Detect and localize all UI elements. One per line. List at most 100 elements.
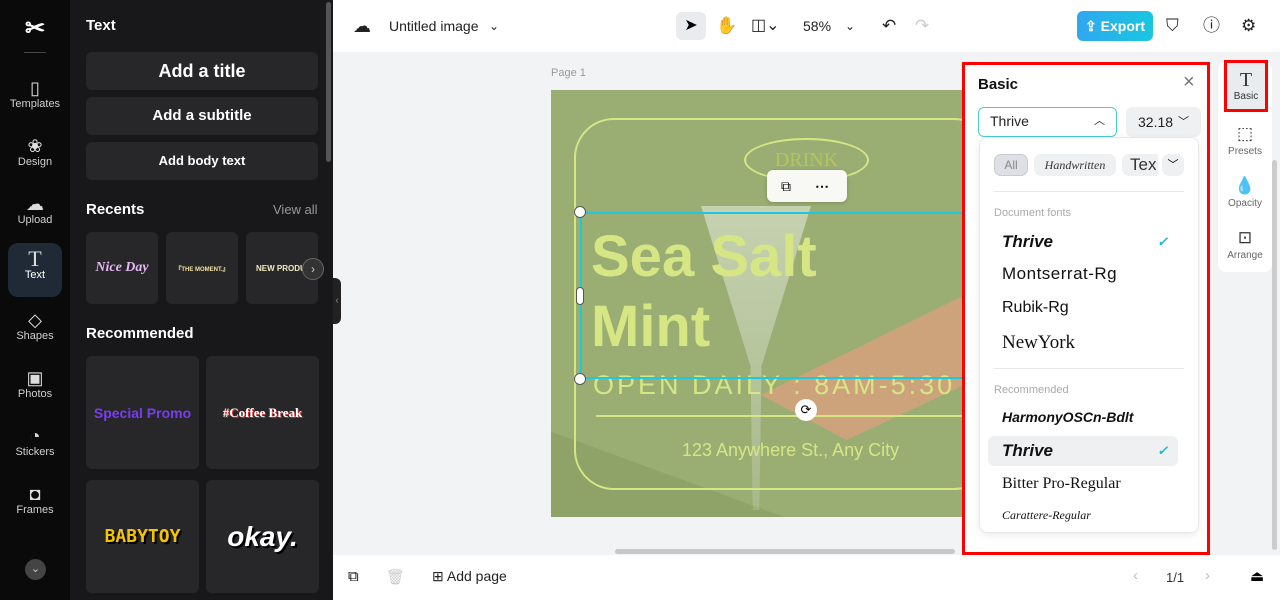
text-icon: T bbox=[1239, 69, 1253, 91]
page-indicator: 1/1 bbox=[1166, 570, 1185, 585]
canvas-horizontal-scrollbar[interactable] bbox=[615, 549, 955, 554]
divider bbox=[24, 52, 46, 53]
font-option-newyork[interactable]: NewYork bbox=[988, 328, 1178, 358]
select-pointer-icon[interactable]: ➤ bbox=[676, 12, 706, 40]
hand-pan-icon[interactable]: ✋ bbox=[716, 0, 737, 52]
resize-handle[interactable] bbox=[574, 206, 586, 218]
recommended-text-style[interactable]: BABYTOY bbox=[86, 480, 199, 593]
export-upload-icon: ⇪ bbox=[1085, 18, 1101, 34]
undo-icon[interactable]: ↶ bbox=[882, 0, 896, 52]
resize-handle[interactable] bbox=[576, 287, 584, 305]
next-page-icon[interactable]: › bbox=[1205, 567, 1210, 584]
cloud-sync-icon[interactable]: ☁ bbox=[353, 0, 371, 52]
filter-handwritten[interactable]: Handwritten bbox=[1034, 154, 1116, 176]
arrange-icon: ⊡ bbox=[1237, 228, 1253, 247]
collapse-panel-handle[interactable]: ‹ bbox=[333, 278, 341, 324]
recommended-text-style[interactable]: Special Promo bbox=[86, 356, 199, 469]
font-family-select[interactable]: Thrive ︿ bbox=[978, 107, 1117, 137]
recent-text-style[interactable]: 『THE MOMENT.』 bbox=[166, 232, 238, 304]
photos-icon: ▣ bbox=[26, 368, 44, 388]
recent-text-style[interactable]: Nice Day bbox=[86, 232, 158, 304]
frames-icon: ◘ bbox=[29, 484, 41, 504]
view-all-link[interactable]: View all bbox=[273, 202, 318, 217]
duplicate-icon[interactable]: ⧉ bbox=[781, 170, 791, 202]
page-label: Page 1 bbox=[551, 67, 586, 79]
divider bbox=[994, 368, 1184, 369]
filter-text[interactable]: Tex bbox=[1122, 154, 1158, 176]
more-chevron-down-icon[interactable]: ⌄ bbox=[25, 559, 46, 580]
panel-scrollbar[interactable] bbox=[326, 2, 331, 162]
rail-item-stickers[interactable]: ◔ Stickers bbox=[8, 420, 62, 474]
duplicate-page-icon[interactable]: ⧉ bbox=[348, 568, 359, 585]
page-panel-icon[interactable]: ⏏ bbox=[1250, 567, 1264, 585]
font-option-bitter-pro[interactable]: Bitter Pro-Regular bbox=[988, 469, 1178, 499]
filter-all[interactable]: All bbox=[994, 154, 1028, 176]
templates-icon: ▯ bbox=[30, 78, 40, 98]
add-page-button[interactable]: ⊞ Add page bbox=[432, 568, 507, 585]
right-scrollbar[interactable] bbox=[1272, 160, 1277, 550]
divider bbox=[994, 191, 1184, 192]
font-option-harmonyos[interactable]: HarmonyOSCn-Bdlt bbox=[988, 402, 1178, 432]
recommended-fonts-label: Recommended bbox=[994, 384, 1069, 396]
rail-opacity[interactable]: 💧 Opacity bbox=[1218, 176, 1272, 209]
zoom-level[interactable]: 58% bbox=[803, 0, 831, 52]
add-subtitle-button[interactable]: Add a subtitle bbox=[86, 97, 318, 135]
more-options-icon[interactable]: ⋯ bbox=[815, 170, 829, 202]
stickers-icon: ◔ bbox=[29, 426, 41, 446]
add-page-icon: ⊞ bbox=[432, 568, 447, 584]
export-button[interactable]: ⇪ Export bbox=[1077, 11, 1153, 41]
rail-item-shapes[interactable]: ◇ Shapes bbox=[8, 304, 62, 358]
close-icon[interactable]: × bbox=[1183, 71, 1195, 94]
recommended-text-style[interactable]: #Coffee Break bbox=[206, 356, 319, 469]
rail-item-frames[interactable]: ◘ Frames bbox=[8, 478, 62, 532]
font-dropdown: All Handwritten Tex ﹀ Document fonts Thr… bbox=[979, 137, 1199, 533]
rail-item-templates[interactable]: ▯ Templates bbox=[8, 72, 62, 126]
help-icon[interactable]: ⓘ bbox=[1203, 0, 1220, 52]
rail-basic[interactable]: T Basic bbox=[1224, 60, 1268, 112]
rail-item-text[interactable]: T Text bbox=[8, 243, 62, 297]
layout-icon[interactable]: ◫⌄ bbox=[751, 0, 780, 52]
left-rail: ✂ ▯ Templates ❀ Design ☁ Upload T Text ◇ Shap… bbox=[0, 0, 70, 600]
add-title-button[interactable]: Add a title bbox=[86, 52, 318, 90]
font-option-carattere[interactable]: Carattere-Regular bbox=[988, 500, 1178, 530]
presets-icon: ⬚ bbox=[1236, 124, 1254, 143]
document-fonts-label: Document fonts bbox=[994, 207, 1072, 219]
rail-item-photos[interactable]: ▣ Photos bbox=[8, 362, 62, 416]
top-bar: ☁ Untitled image ⌄ ➤ ✋ ◫⌄ 58% ⌄ ↶ ↷ ⇪ Ex… bbox=[333, 0, 1280, 52]
shapes-icon: ◇ bbox=[28, 310, 42, 330]
redo-icon[interactable]: ↷ bbox=[915, 0, 929, 52]
basic-panel: Basic × Thrive ︿ 32.18 ﹀ All Handwritten T… bbox=[962, 62, 1210, 555]
capcut-logo[interactable]: ✂ bbox=[20, 14, 50, 42]
check-icon: ✓ bbox=[1157, 234, 1168, 249]
design-icon: ❀ bbox=[27, 136, 43, 156]
rail-item-design[interactable]: ❀ Design bbox=[8, 130, 62, 184]
recommended-text-style[interactable]: okay. bbox=[206, 480, 319, 593]
font-option-thrive[interactable]: Thrive ✓ bbox=[988, 436, 1178, 466]
filters-chevron-down-icon[interactable]: ﹀ bbox=[1162, 154, 1184, 176]
opacity-drop-icon: 💧 bbox=[1234, 176, 1256, 195]
font-size-select[interactable]: 32.18 ﹀ bbox=[1126, 107, 1201, 137]
add-body-text-button[interactable]: Add body text bbox=[86, 142, 318, 180]
chevron-up-icon: ︿ bbox=[1094, 115, 1105, 127]
rotate-icon[interactable]: ⟳ bbox=[795, 399, 817, 421]
document-title[interactable]: Untitled image bbox=[389, 0, 479, 52]
resize-handle[interactable] bbox=[574, 373, 586, 385]
chevron-down-icon[interactable]: ⌄ bbox=[489, 0, 499, 52]
rail-presets[interactable]: ⬚ Presets bbox=[1218, 124, 1272, 157]
divider-line bbox=[596, 415, 975, 417]
shield-icon[interactable]: ⛉ bbox=[1166, 0, 1179, 52]
delete-page-icon[interactable]: 🗑 bbox=[386, 568, 405, 586]
next-chevron-right-icon[interactable]: › bbox=[302, 258, 324, 280]
design-canvas[interactable]: DRINK Sea Salt Mint OPEN DAILY : 8AM-5:30… bbox=[551, 90, 975, 517]
basic-panel-title: Basic bbox=[978, 76, 1019, 93]
rail-item-upload[interactable]: ☁ Upload bbox=[8, 188, 62, 242]
upload-icon: ☁ bbox=[26, 194, 44, 214]
zoom-chevron-down-icon[interactable]: ⌄ bbox=[845, 0, 855, 52]
selection-box[interactable] bbox=[580, 212, 975, 379]
rail-arrange[interactable]: ⊡ Arrange bbox=[1218, 228, 1272, 261]
font-option-thrive[interactable]: Thrive ✓ bbox=[988, 227, 1178, 257]
font-option-montserrat[interactable]: Montserrat-Rg bbox=[988, 259, 1178, 289]
settings-gear-icon[interactable]: ⚙ bbox=[1241, 0, 1256, 52]
previous-page-icon[interactable]: ‹ bbox=[1133, 567, 1138, 584]
font-option-rubik[interactable]: Rubik-Rg bbox=[988, 293, 1178, 323]
